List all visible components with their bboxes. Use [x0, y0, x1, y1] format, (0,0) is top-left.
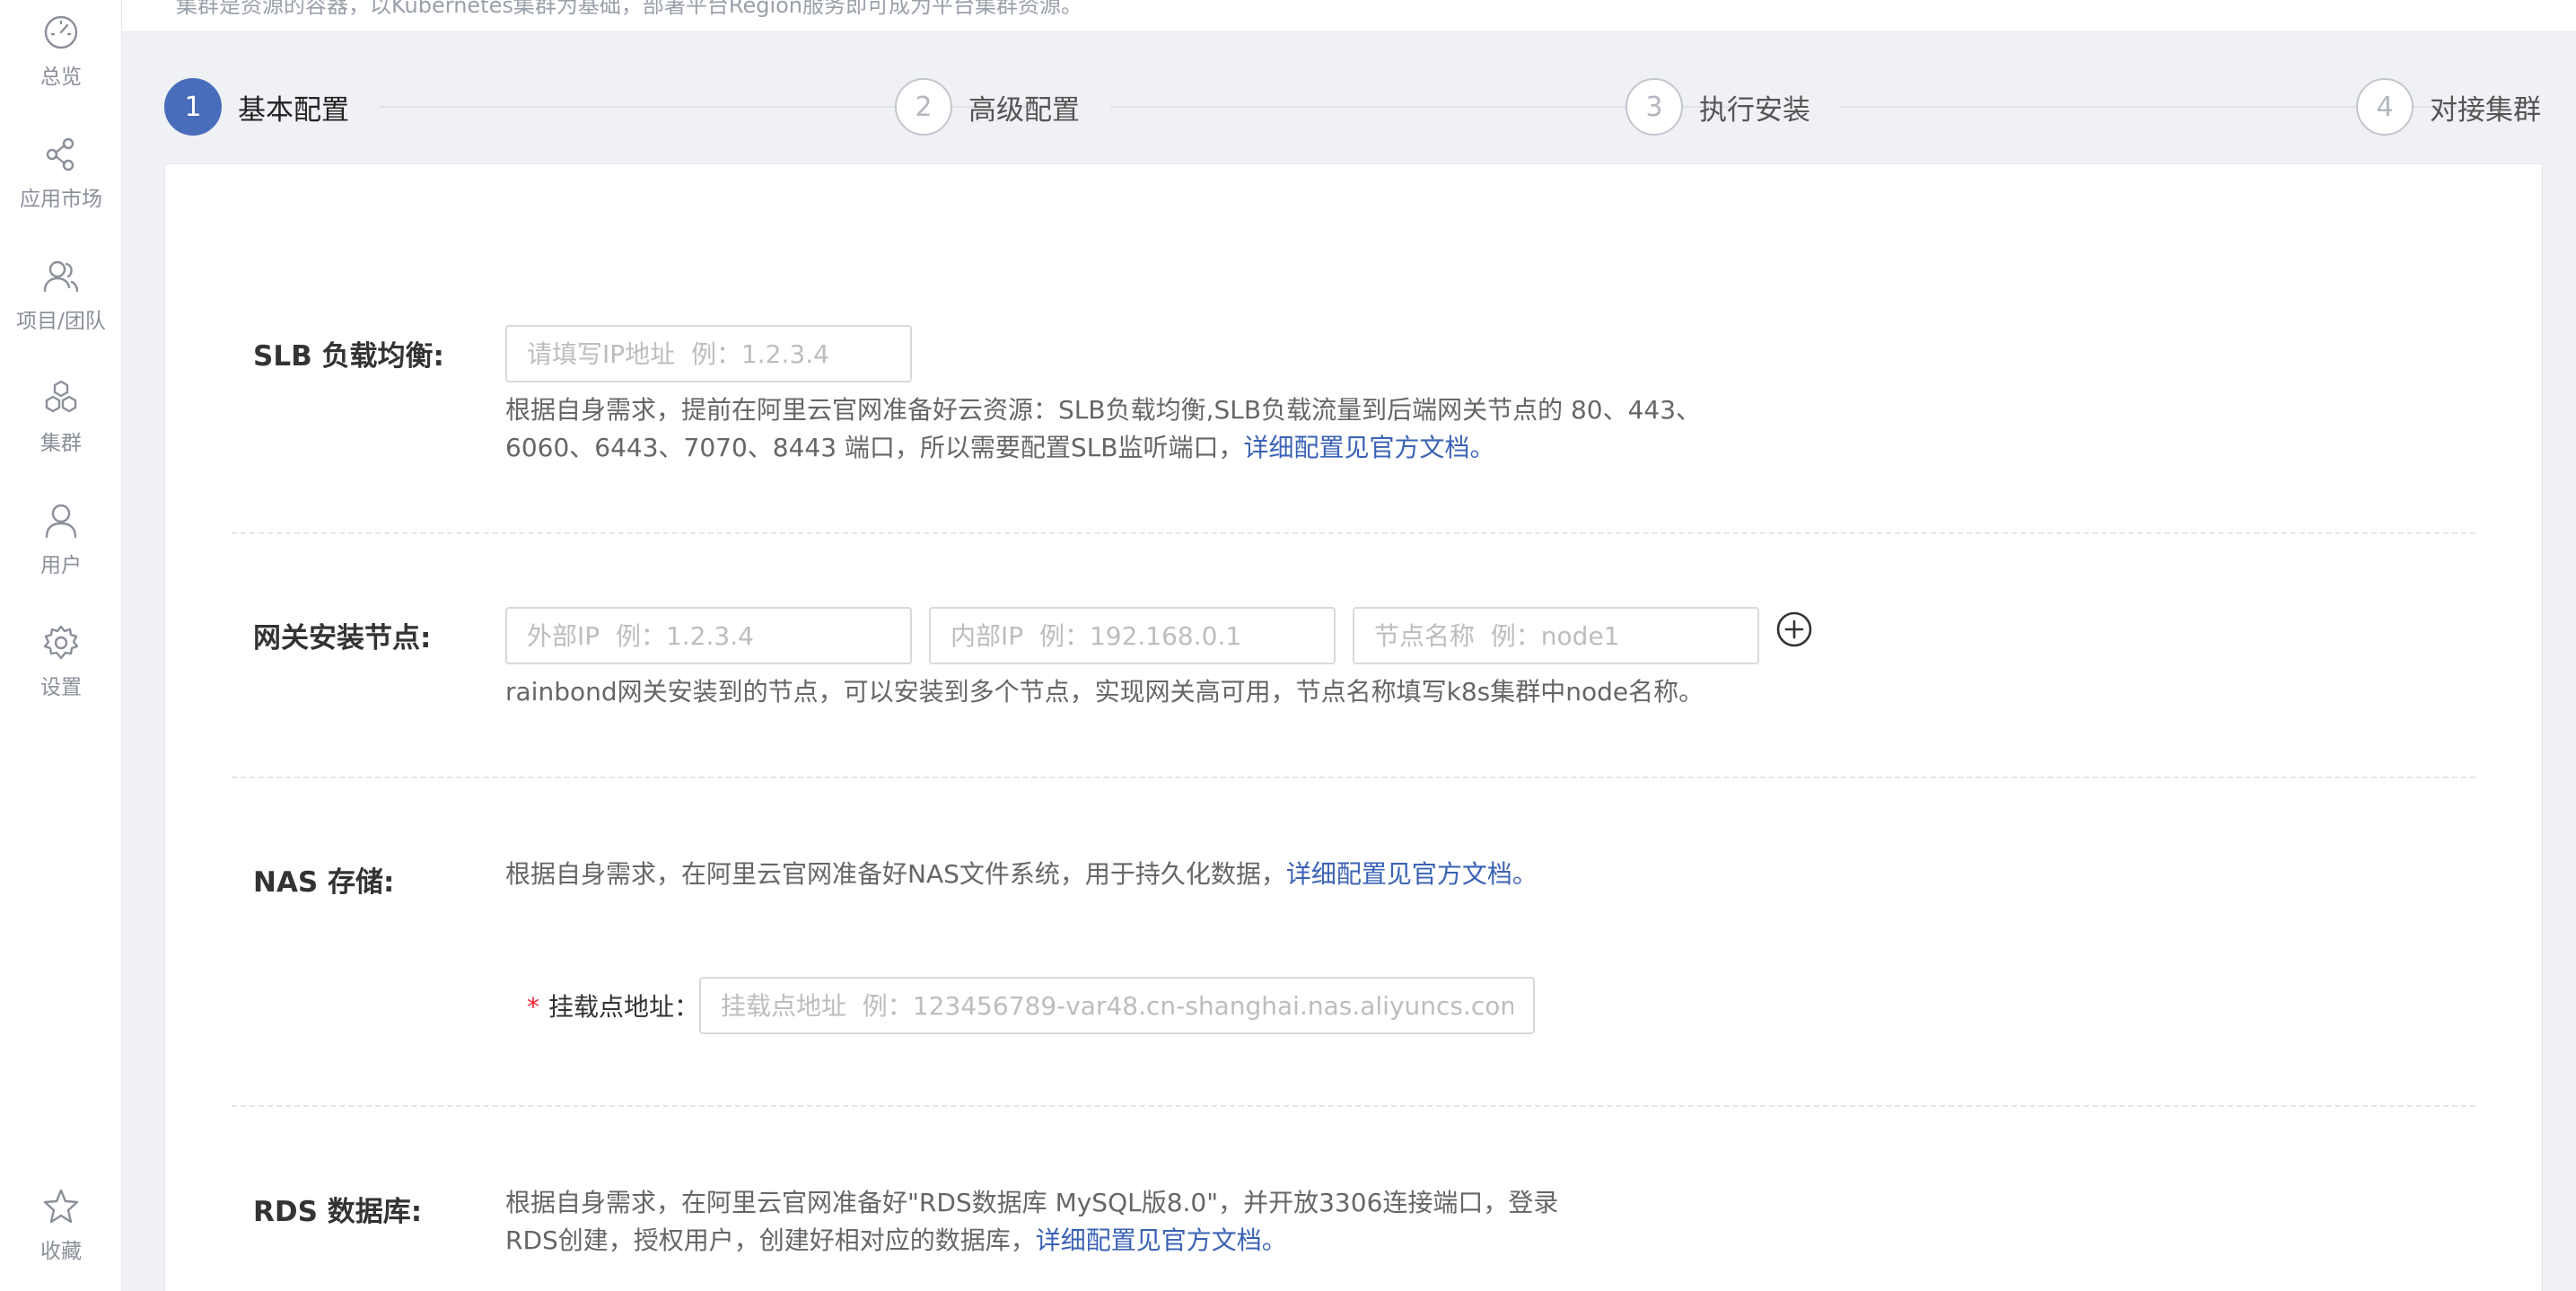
rds-desc-text: RDS创建，授权用户，创建好相对应的数据库， [505, 1225, 1036, 1255]
sidebar-item-team[interactable]: 项目/团队 [0, 257, 122, 356]
page-description-strip: 集群是资源的容器，以Kubernetes集群为基础，部署平台Region服务即可… [122, 0, 2576, 32]
sidebar-item-label: 用户 [40, 554, 82, 577]
sidebar-item-label: 收藏 [40, 1240, 82, 1263]
plus-circle-icon [1776, 611, 1812, 647]
slb-desc-line2: 6060、6443、7070、8443 端口，所以需要配置SLB监听端口，详细配… [505, 429, 1701, 467]
mount-point-label-text: 挂载点地址： [548, 992, 700, 1022]
step-connect-cluster[interactable]: 4 对接集群 [2356, 77, 2541, 136]
sidebar-item-label: 项目/团队 [16, 310, 106, 333]
sidebar-item-overview[interactable]: 总览 [0, 13, 122, 111]
nas-doc-link[interactable]: 详细配置见官方文档。 [1286, 859, 1538, 889]
cluster-icon [45, 380, 77, 413]
star-icon [43, 1189, 79, 1224]
nas-description: 根据自身需求，在阿里云官网准备好NAS文件系统，用于持久化数据，详细配置见官方文… [505, 856, 1538, 893]
step-number: 2 [895, 78, 952, 136]
section-divider [232, 532, 2475, 534]
rds-desc-line2: RDS创建，授权用户，创建好相对应的数据库，详细配置见官方文档。 [505, 1222, 1558, 1260]
sidebar-item-label: 设置 [40, 676, 82, 699]
step-advanced-config[interactable]: 2 高级配置 [895, 77, 1080, 136]
rds-desc-line1: 根据自身需求，在阿里云官网准备好"RDS数据库 MySQL版8.0"，并开放33… [505, 1188, 1559, 1217]
rds-description: 根据自身需求，在阿里云官网准备好"RDS数据库 MySQL版8.0"，并开放33… [505, 1184, 1558, 1260]
gateway-external-ip-input[interactable] [505, 607, 912, 664]
section-divider [232, 777, 2475, 778]
sidebar-item-label: 集群 [40, 432, 82, 455]
slb-label: SLB 负载均衡: [253, 340, 444, 373]
slb-description: 根据自身需求，提前在阿里云官网准备好云资源：SLB负载均衡,SLB负载流量到后端… [505, 391, 1701, 467]
config-form-card: SLB 负载均衡: 根据自身需求，提前在阿里云官网准备好云资源：SLB负载均衡,… [164, 163, 2543, 1291]
slb-desc-line1: 根据自身需求，提前在阿里云官网准备好云资源：SLB负载均衡,SLB负载流量到后端… [505, 395, 1702, 425]
step-install[interactable]: 3 执行安装 [1625, 77, 1810, 136]
gateway-node-name-input[interactable] [1353, 607, 1759, 664]
required-mark: * [527, 992, 539, 1022]
slb-doc-link[interactable]: 详细配置见官方文档。 [1244, 433, 1495, 462]
sidebar-item-cluster[interactable]: 集群 [0, 379, 122, 478]
step-title: 执行安装 [1699, 93, 1810, 127]
add-node-button[interactable] [1775, 610, 1813, 648]
step-number: 4 [2356, 78, 2414, 136]
rds-label: RDS 数据库: [253, 1196, 423, 1228]
sidebar-item-app-market[interactable]: 应用市场 [0, 135, 122, 233]
gateway-label: 网关安装节点: [253, 622, 432, 654]
team-icon [43, 260, 79, 293]
gateway-internal-ip-input[interactable] [929, 607, 1336, 664]
user-icon [45, 504, 77, 539]
page-description: 集群是资源的容器，以Kubernetes集群为基础，部署平台Region服务即可… [176, 0, 1083, 18]
nas-label: NAS 存储: [253, 866, 395, 899]
slb-ip-input[interactable] [505, 325, 912, 382]
mount-point-label: * 挂载点地址： [527, 988, 699, 1023]
sidebar-item-favorites[interactable]: 收藏 [0, 1187, 122, 1286]
sidebar-item-settings[interactable]: 设置 [0, 623, 122, 722]
sidebar-item-label: 应用市场 [20, 188, 102, 211]
step-title: 高级配置 [968, 93, 1080, 127]
section-divider [232, 1105, 2475, 1107]
gateway-description: rainbond网关安装到的节点，可以安装到多个节点，实现网关高可用，节点名称填… [505, 677, 1704, 707]
step-basic-config[interactable]: 1 基本配置 [164, 77, 349, 136]
step-title: 对接集群 [2430, 93, 2541, 127]
steps-bar: 1 基本配置 2 高级配置 3 执行安装 4 对接集群 [164, 77, 2543, 136]
rds-doc-link[interactable]: 详细配置见官方文档。 [1036, 1225, 1287, 1255]
share-icon [46, 137, 74, 171]
step-number: 1 [164, 78, 222, 136]
step-title: 基本配置 [238, 93, 349, 127]
sidebar-item-users[interactable]: 用户 [0, 501, 122, 600]
nas-desc-text: 根据自身需求，在阿里云官网准备好NAS文件系统，用于持久化数据， [505, 859, 1286, 889]
sidebar-item-label: 总览 [40, 66, 82, 89]
slb-desc-text: 6060、6443、7070、8443 端口，所以需要配置SLB监听端口， [505, 433, 1244, 462]
mount-point-input[interactable] [699, 977, 1535, 1034]
dashboard-icon [44, 15, 78, 49]
gear-icon [43, 625, 79, 660]
sidebar: 总览 应用市场 项目/团队 集群 用户 设置 收藏 [0, 0, 122, 1291]
step-number: 3 [1625, 78, 1683, 136]
